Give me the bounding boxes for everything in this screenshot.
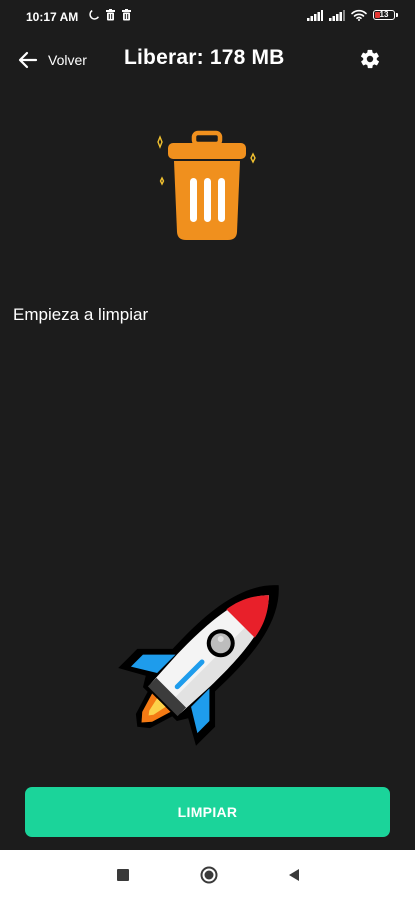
back-label: Volver [48, 52, 87, 68]
home-circle-icon[interactable] [200, 866, 218, 884]
moon-icon [89, 9, 99, 20]
clean-button[interactable]: LIMPIAR [25, 787, 390, 837]
trash-can-icon [157, 130, 256, 240]
arrow-left-icon [18, 51, 38, 69]
gear-icon [360, 49, 380, 69]
status-bar: 10:17 AM 13 [0, 0, 415, 34]
signal-icon [329, 9, 345, 21]
signal-icon [307, 9, 323, 21]
back-button[interactable]: Volver [18, 44, 87, 76]
status-notification-icons [88, 9, 132, 21]
page-title: Liberar: 178 MB [124, 46, 285, 69]
empty-message: Empieza a limpiar [13, 305, 149, 324]
battery-level: 13 [379, 10, 389, 19]
recents-square-icon[interactable] [117, 869, 129, 881]
back-triangle-icon[interactable] [287, 868, 301, 882]
rocket-icon [118, 585, 279, 746]
trash-notification-icon [122, 9, 131, 21]
settings-button[interactable] [355, 44, 385, 74]
trash-notification-icon [106, 9, 115, 21]
wifi-icon [351, 9, 367, 21]
battery-icon: 13 [373, 10, 398, 20]
status-time: 10:17 AM [26, 10, 79, 24]
toolbar: Volver Liberar: 178 MB [0, 34, 415, 88]
status-system-icons: 13 [307, 9, 398, 21]
system-nav-bar [0, 850, 415, 900]
